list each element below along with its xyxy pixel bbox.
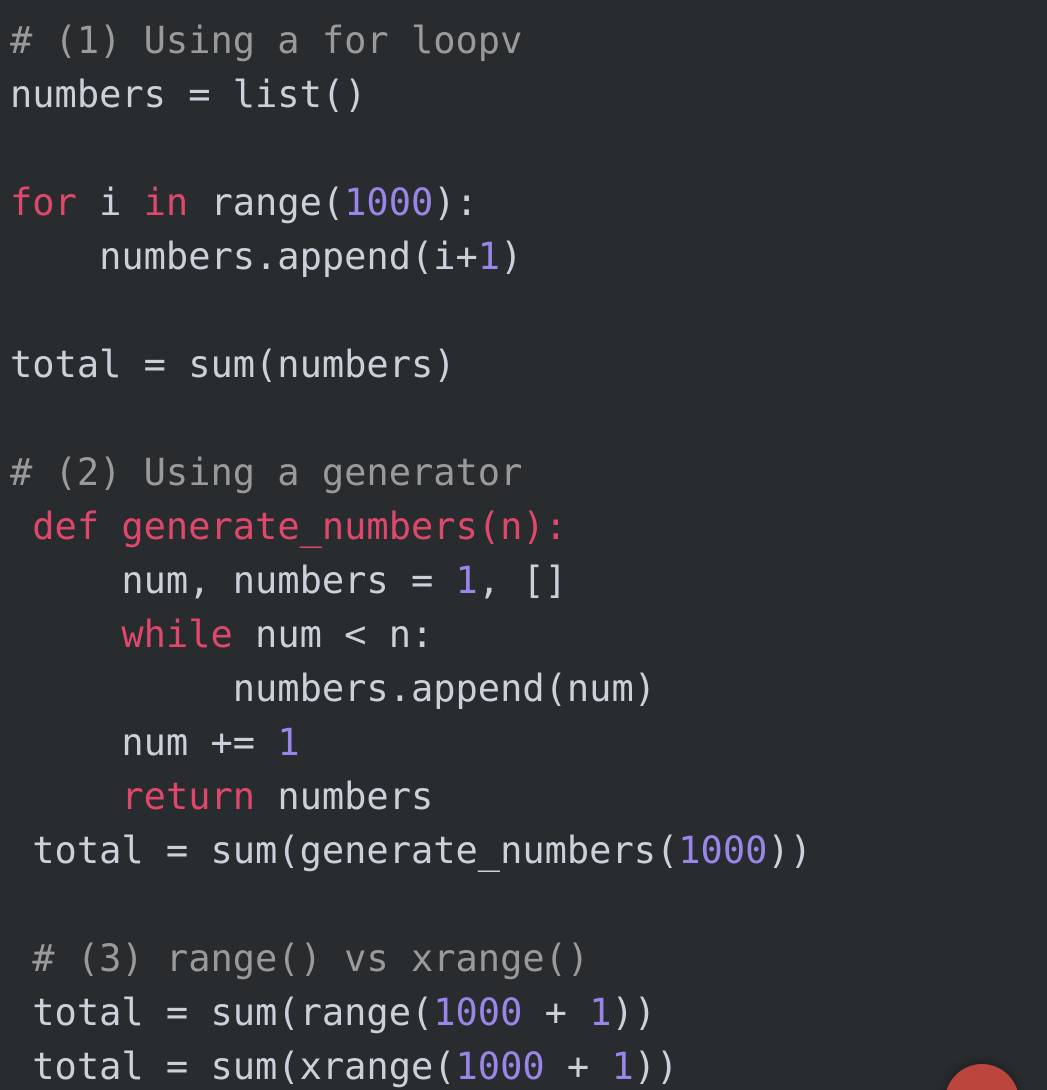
code-token-plain: total = sum(generate_numbers( [10,829,679,872]
code-token-plain: ): [433,181,478,224]
code-line: total = sum(numbers) [0,338,1047,392]
code-token-keyword: in [143,181,189,224]
code-token-number: 1000 [455,1045,545,1088]
code-line: numbers.append(num) [0,662,1047,716]
code-token-plain: + [544,1045,612,1088]
code-token-plain: num < n: [232,613,434,656]
code-token-plain: )) [633,1045,679,1088]
code-token-comment: # (3) range() vs xrange() [10,937,590,980]
code-token-comment: # (1) Using a for loopv [10,19,523,62]
code-token-plain: numbers.append(num) [10,667,657,710]
code-editor-surface[interactable]: # (1) Using a for loopv numbers = list() … [0,0,1047,1090]
code-token-plain: total = sum(numbers) [10,343,456,386]
code-line: total = sum(generate_numbers(1000)) [0,824,1047,878]
code-token-number: 1 [477,235,501,278]
code-token-keyword: while [121,613,233,656]
code-token-plain: )) [767,829,812,872]
code-line: # (3) range() vs xrange() [0,932,1047,986]
code-token-plain: num += [10,721,278,764]
code-line: numbers.append(i+1) [0,230,1047,284]
code-token-number: 1 [611,1045,634,1088]
code-token-keyword: return [121,775,256,818]
code-token-number: 1 [455,559,478,602]
code-line: return numbers [0,770,1047,824]
code-token-funcdef: def generate_numbers(n): [32,505,567,548]
code-token-plain: numbers [255,775,434,818]
code-token-comment: # (2) Using a generator [10,451,523,494]
code-token-number: 1000 [678,829,768,872]
code-token-plain: )) [611,991,657,1034]
code-line: num += 1 [0,716,1047,770]
code-line: def generate_numbers(n): [0,500,1047,554]
code-line: for i in range(1000): [0,176,1047,230]
code-token-plain: range( [188,181,345,224]
code-token-plain: ) [500,235,523,278]
code-token-plain: + [522,991,590,1034]
code-line: # (1) Using a for loopv [0,14,1047,68]
code-line: total = sum(range(1000 + 1)) [0,986,1047,1040]
code-token-plain: , [] [477,559,567,602]
code-line: numbers = list() [0,68,1047,122]
code-token-plain: total = sum(xrange( [10,1045,456,1088]
code-line: # (2) Using a generator [0,446,1047,500]
code-token-number: 1 [277,721,300,764]
code-token-plain: numbers = list() [10,73,367,116]
code-line: while num < n: [0,608,1047,662]
code-token-number: 1000 [433,991,523,1034]
code-token-plain: numbers.append(i+ [10,235,478,278]
code-token-plain: i [76,181,144,224]
code-token-number: 1 [589,991,612,1034]
code-token-plain: num, numbers = [10,559,456,602]
code-line: num, numbers = 1, [] [0,554,1047,608]
code-block[interactable]: # (1) Using a for loopv numbers = list() … [0,14,1047,1090]
code-token-plain: total = sum(range( [10,991,434,1034]
code-line: total = sum(xrange(1000 + 1)) [0,1040,1047,1090]
code-token-keyword: for [10,181,77,224]
code-token-number: 1000 [344,181,434,224]
